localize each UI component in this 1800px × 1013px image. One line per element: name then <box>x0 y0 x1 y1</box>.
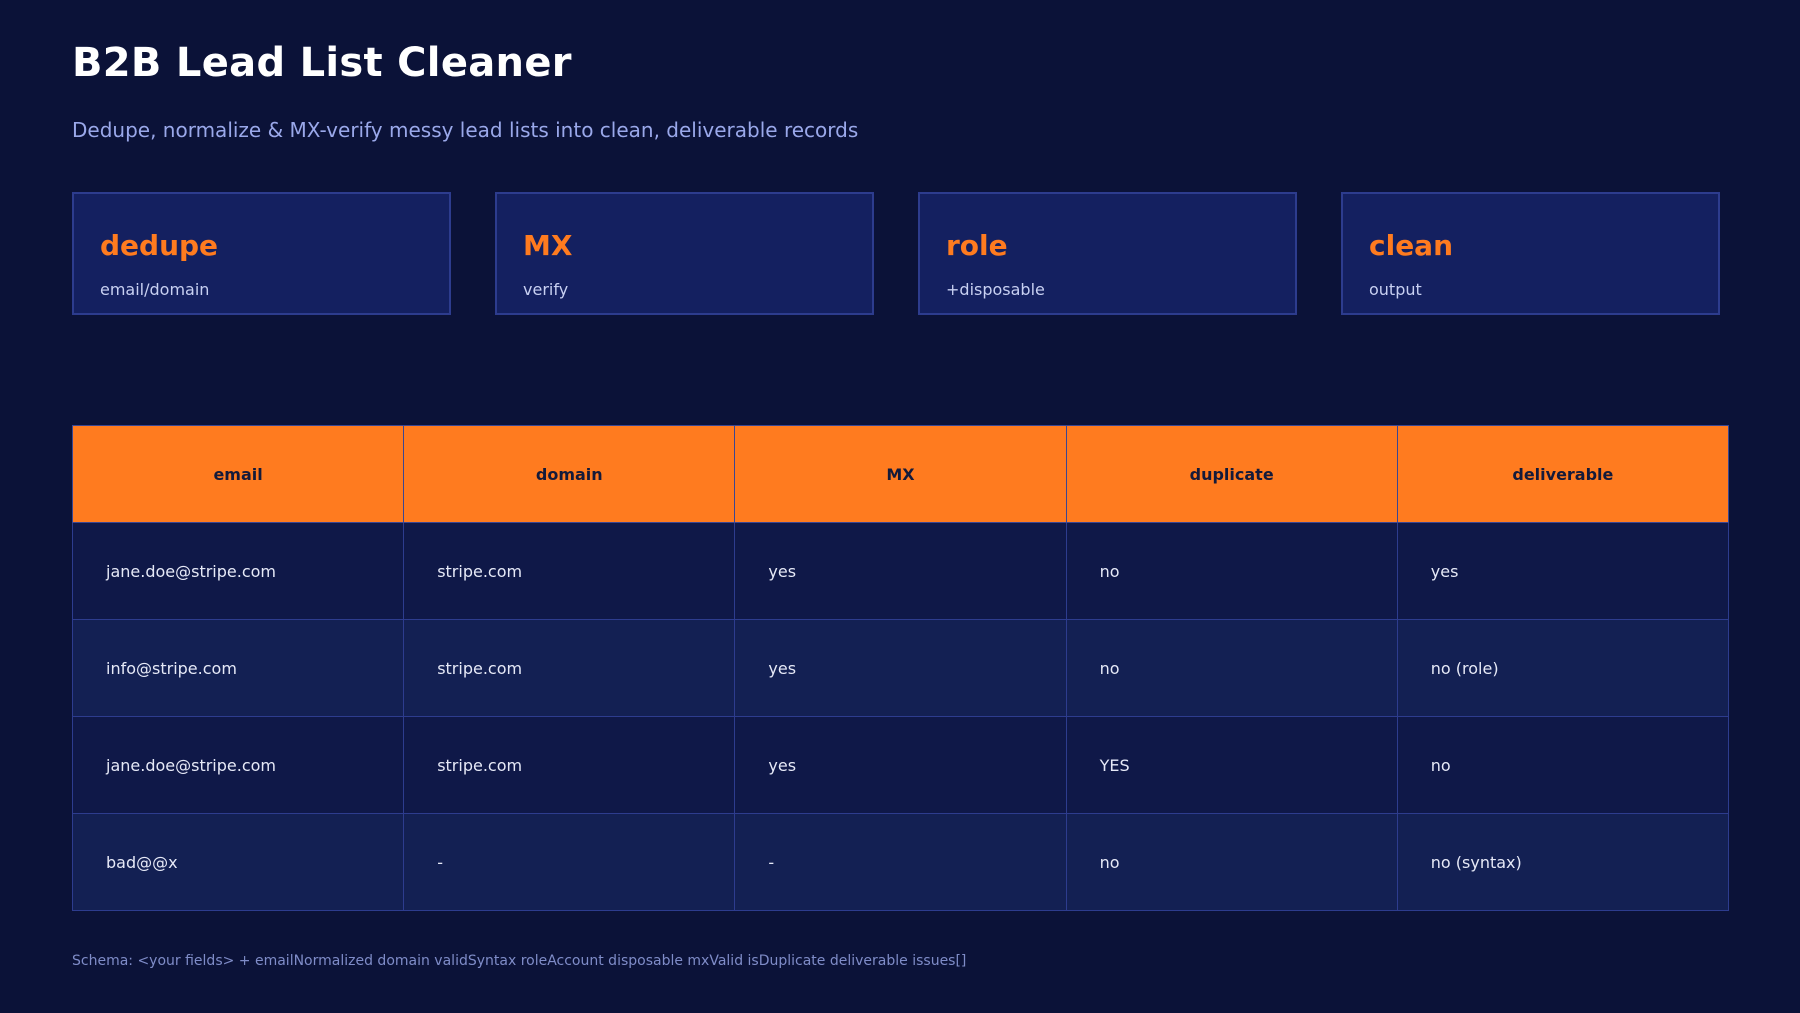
cell-email: bad@@x <box>71 813 405 911</box>
card-subtitle: verify <box>523 280 569 299</box>
results-table: email domain MX duplicate deliverable ja… <box>71 425 1730 911</box>
card-title: role <box>946 229 1008 262</box>
card-title: dedupe <box>100 229 219 262</box>
cell-domain: stripe.com <box>403 716 736 814</box>
cell-mx: yes <box>734 619 1067 717</box>
cell-duplicate: YES <box>1065 716 1398 814</box>
table-header-row: email domain MX duplicate deliverable <box>71 425 1730 523</box>
card-dedupe: dedupe email/domain <box>72 192 451 315</box>
cell-mx: yes <box>734 716 1067 814</box>
card-clean: clean output <box>1341 192 1720 315</box>
cell-duplicate: no <box>1065 522 1398 620</box>
card-role: role +disposable <box>918 192 1297 315</box>
card-subtitle: email/domain <box>100 280 210 299</box>
card-mx: MX verify <box>495 192 874 315</box>
table-row: info@stripe.com stripe.com yes no no (ro… <box>71 619 1730 717</box>
column-header-deliverable: deliverable <box>1396 425 1730 523</box>
schema-footnote: Schema: <your fields> + emailNormalized … <box>72 953 967 969</box>
cell-deliverable: no (syntax) <box>1396 813 1730 911</box>
cell-mx: yes <box>734 522 1067 620</box>
card-subtitle: output <box>1369 280 1422 299</box>
cell-email: jane.doe@stripe.com <box>71 522 405 620</box>
page-title: B2B Lead List Cleaner <box>72 40 572 86</box>
feature-cards: dedupe email/domain MX verify role +disp… <box>72 192 1722 315</box>
cell-email: info@stripe.com <box>71 619 405 717</box>
cell-deliverable: no (role) <box>1396 619 1730 717</box>
card-title: clean <box>1369 229 1454 262</box>
cell-mx: - <box>734 813 1067 911</box>
column-header-mx: MX <box>734 425 1067 523</box>
results-table-container: email domain MX duplicate deliverable ja… <box>71 425 1730 911</box>
card-title: MX <box>523 229 573 262</box>
cell-email: jane.doe@stripe.com <box>71 716 405 814</box>
page-subtitle: Dedupe, normalize & MX-verify messy lead… <box>72 118 859 142</box>
cell-duplicate: no <box>1065 813 1398 911</box>
column-header-duplicate: duplicate <box>1065 425 1398 523</box>
cell-domain: stripe.com <box>403 619 736 717</box>
cell-domain: stripe.com <box>403 522 736 620</box>
table-row: bad@@x - - no no (syntax) <box>71 813 1730 911</box>
column-header-email: email <box>71 425 405 523</box>
table-row: jane.doe@stripe.com stripe.com yes YES n… <box>71 716 1730 814</box>
table-row: jane.doe@stripe.com stripe.com yes no ye… <box>71 522 1730 620</box>
cell-deliverable: yes <box>1396 522 1730 620</box>
cell-duplicate: no <box>1065 619 1398 717</box>
column-header-domain: domain <box>403 425 736 523</box>
card-subtitle: +disposable <box>946 280 1045 299</box>
cell-domain: - <box>403 813 736 911</box>
page: B2B Lead List Cleaner Dedupe, normalize … <box>0 0 1800 1013</box>
cell-deliverable: no <box>1396 716 1730 814</box>
